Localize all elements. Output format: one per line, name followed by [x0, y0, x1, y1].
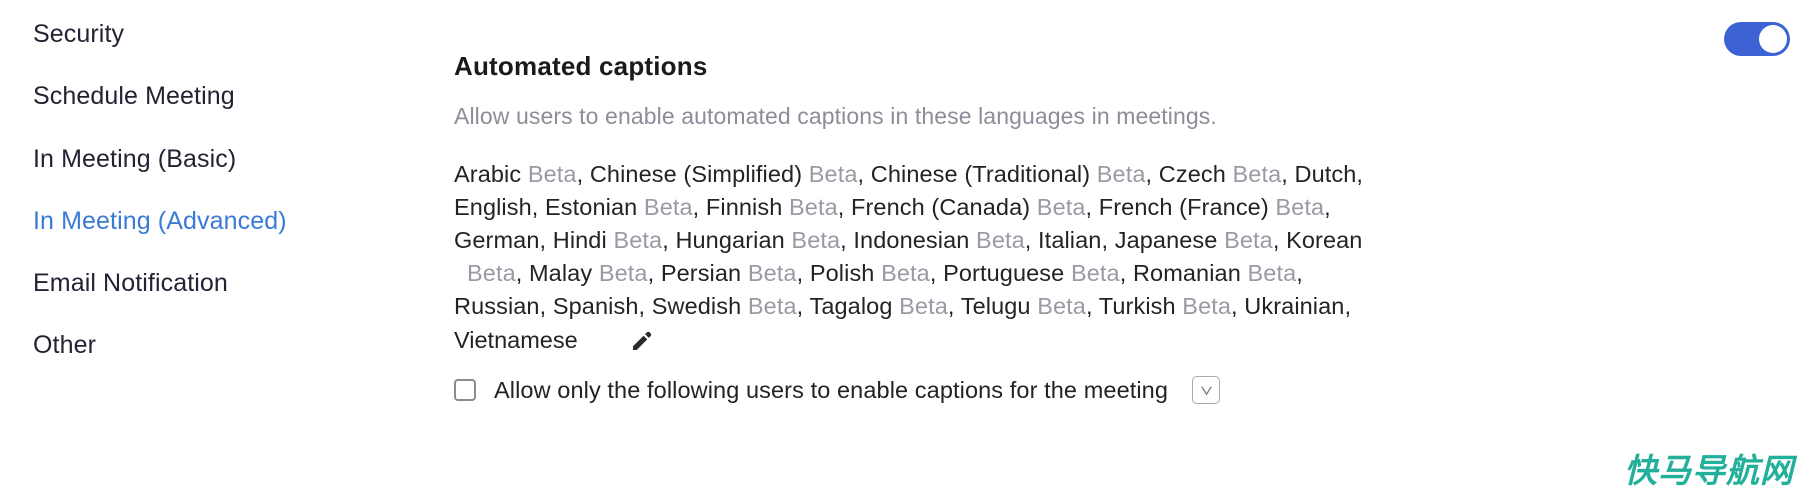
supported-languages-list: Arabic Beta, Chinese (Simplified) Beta, …: [454, 158, 1484, 323]
language-names: , Malay: [515, 260, 599, 286]
language-names: , Dutch,: [1281, 161, 1364, 187]
language-names: , French (Canada): [837, 194, 1037, 220]
language-line: Russian, Spanish, Swedish Beta, Tagalog …: [454, 290, 1484, 323]
language-names: , Ukrainian,: [1231, 293, 1352, 319]
beta-tag: Beta: [1247, 260, 1297, 286]
site-watermark: 快马导航网: [1624, 451, 1794, 490]
language-names: , Korean: [1272, 227, 1363, 253]
beta-tag: Beta: [899, 293, 948, 319]
language-line: Beta, Malay Beta, Persian Beta, Polish B…: [454, 257, 1484, 290]
language-names: , Telugu: [947, 293, 1038, 319]
section-description: Allow users to enable automated captions…: [454, 103, 1217, 129]
settings-page: Security Schedule Meeting In Meeting (Ba…: [0, 0, 1816, 500]
beta-tag: Beta: [747, 260, 797, 286]
allow-specific-users-checkbox[interactable]: [454, 379, 476, 401]
sidebar-item-email-notification[interactable]: Email Notification: [33, 269, 228, 298]
beta-tag: Beta: [1182, 293, 1232, 319]
beta-tag: Beta: [808, 161, 858, 187]
language-line: Arabic Beta, Chinese (Simplified) Beta, …: [454, 158, 1484, 191]
beta-tag: Beta: [598, 260, 648, 286]
language-names: , Romanian: [1119, 260, 1248, 286]
allow-specific-users-label: Allow only the following users to enable…: [494, 376, 1169, 403]
pencil-icon[interactable]: [630, 329, 654, 353]
beta-tag: Beta: [1096, 161, 1146, 187]
language-names: Arabic: [454, 161, 528, 187]
language-names: , Chinese (Traditional): [857, 161, 1097, 187]
allow-specific-users-row[interactable]: Allow only the following users to enable…: [454, 376, 1221, 404]
beta-tag: Beta: [1037, 293, 1086, 319]
language-line: German, Hindi Beta, Hungarian Beta, Indo…: [454, 224, 1484, 257]
automated-captions-section: Automated captions Allow users to enable…: [440, 0, 1816, 500]
language-names: English, Estonian: [454, 194, 644, 220]
beta-tag: Beta: [1275, 194, 1325, 220]
beta-tag: Beta: [747, 293, 797, 319]
language-line: English, Estonian Beta, Finnish Beta, Fr…: [454, 191, 1484, 224]
beta-tag: Beta: [1036, 194, 1086, 220]
language-names: , Italian, Japanese: [1024, 227, 1225, 253]
language-names: , Czech: [1145, 161, 1233, 187]
beta-tag: Beta: [527, 161, 577, 187]
language-names: , Chinese (Simplified): [576, 161, 809, 187]
beta-tag: Beta: [789, 194, 838, 220]
sidebar-item-in-meeting-basic[interactable]: In Meeting (Basic): [33, 145, 236, 174]
beta-tag: Beta: [467, 260, 516, 286]
language-names: , Portuguese: [929, 260, 1071, 286]
beta-tag: Beta: [1224, 227, 1273, 253]
last-language-row: Vietnamese: [454, 327, 654, 354]
user-list-icon[interactable]: [1192, 376, 1221, 404]
beta-tag: Beta: [791, 227, 841, 253]
language-names: ,: [1324, 194, 1331, 220]
language-names: , Polish: [796, 260, 882, 286]
beta-tag: Beta: [881, 260, 930, 286]
sidebar-item-other[interactable]: Other: [33, 331, 96, 360]
beta-tag: Beta: [976, 227, 1025, 253]
language-names: Russian, Spanish, Swedish: [454, 293, 748, 319]
sidebar-item-in-meeting-advanced[interactable]: In Meeting (Advanced): [33, 207, 287, 236]
language-names: , Turkish: [1085, 293, 1183, 319]
language-names: , Persian: [647, 260, 748, 286]
beta-tag: Beta: [613, 227, 663, 253]
beta-tag: Beta: [643, 194, 693, 220]
last-language-label: Vietnamese: [454, 327, 578, 353]
beta-tag: Beta: [1070, 260, 1120, 286]
automated-captions-toggle[interactable]: [1724, 22, 1790, 56]
language-names: , Hungarian: [662, 227, 792, 253]
page-title: Automated captions: [454, 50, 708, 81]
language-names: , Finnish: [692, 194, 790, 220]
sidebar-item-schedule-meeting[interactable]: Schedule Meeting: [33, 82, 235, 111]
settings-sidebar: Security Schedule Meeting In Meeting (Ba…: [0, 0, 440, 500]
language-names: , Indonesian: [840, 227, 977, 253]
toggle-knob: [1759, 25, 1787, 53]
language-names: German, Hindi: [454, 227, 614, 253]
sidebar-item-security[interactable]: Security: [33, 20, 124, 49]
language-names: , French (France): [1085, 194, 1276, 220]
language-names: ,: [1296, 260, 1303, 286]
beta-tag: Beta: [1232, 161, 1282, 187]
language-names: , Tagalog: [796, 293, 900, 319]
